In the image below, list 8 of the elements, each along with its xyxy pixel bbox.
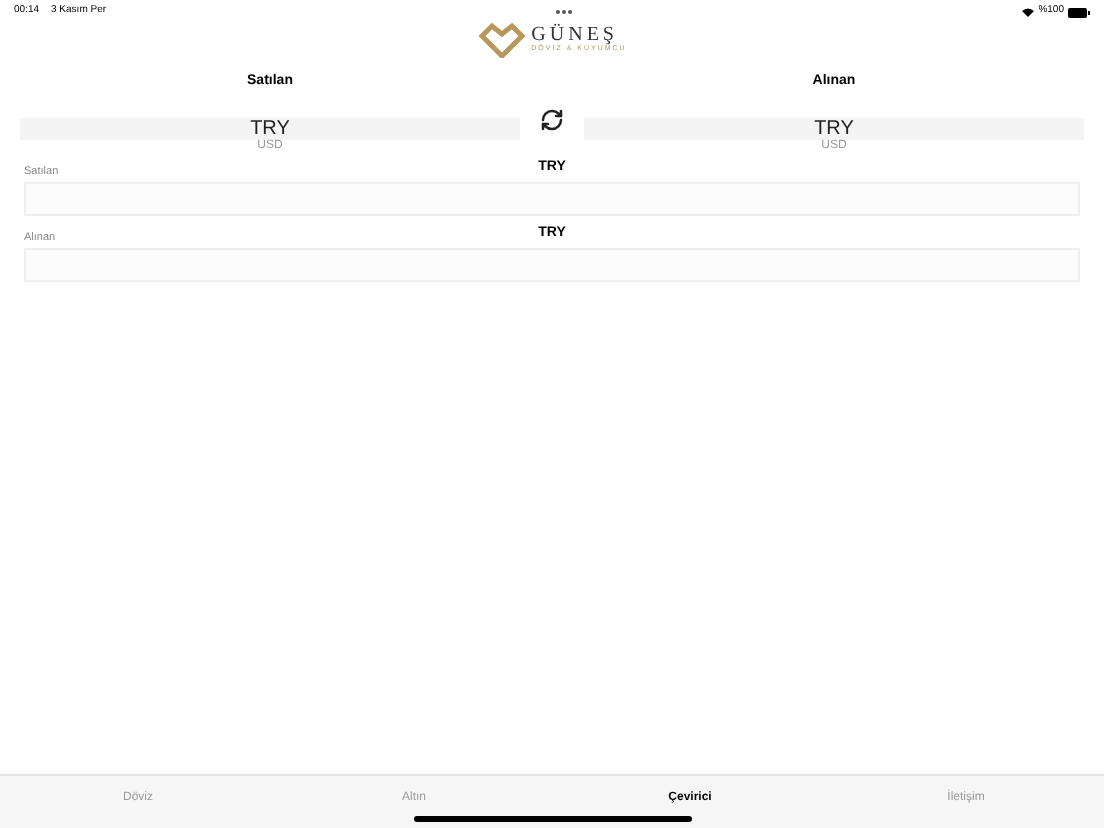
picker-value: TRY bbox=[814, 117, 854, 139]
wifi-icon bbox=[1022, 7, 1035, 17]
currency-picker[interactable]: TRY bbox=[20, 117, 520, 139]
battery-icon bbox=[1067, 7, 1090, 17]
heart-logo-icon bbox=[477, 22, 526, 58]
currency-picker[interactable]: TRY bbox=[584, 117, 1084, 139]
swap-icon bbox=[540, 108, 564, 132]
picker-value: TRY bbox=[250, 117, 290, 139]
